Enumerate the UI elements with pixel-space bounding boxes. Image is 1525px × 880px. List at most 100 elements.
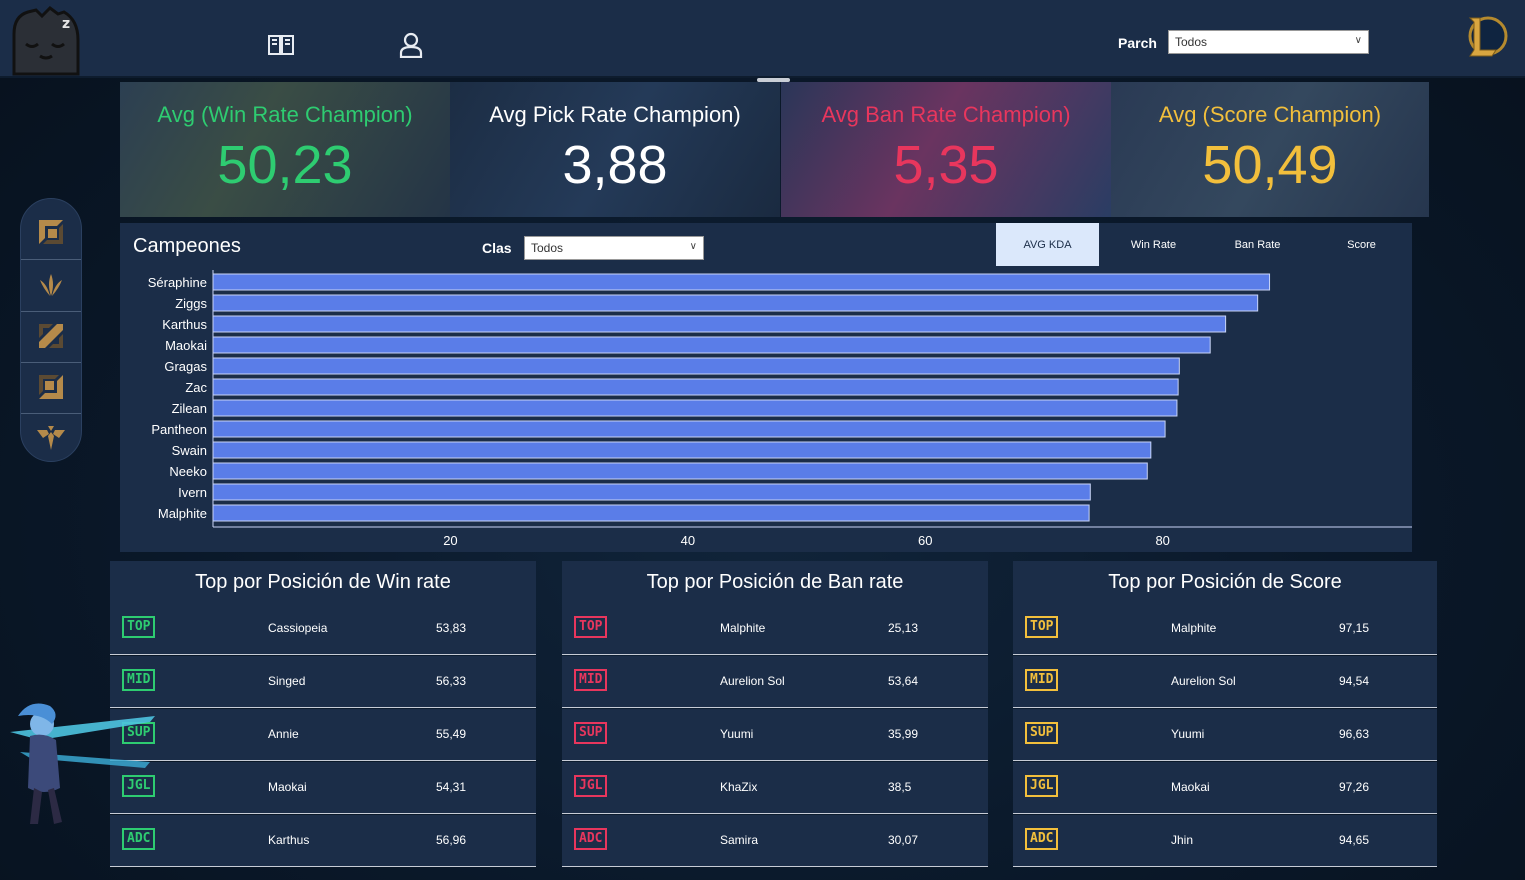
bar[interactable] bbox=[212, 399, 1178, 417]
stat-value: 94,54 bbox=[1339, 674, 1370, 688]
ban-rate-by-position-table: Top por Posición de Ban rate TOP Malphite… bbox=[562, 561, 988, 871]
table-row[interactable]: ADC Jhin 94,65 bbox=[1013, 815, 1437, 867]
champion-name: Jhin bbox=[1171, 833, 1194, 847]
x-tick-label: 60 bbox=[918, 533, 932, 548]
role-badge: JGL bbox=[1025, 775, 1059, 797]
bar[interactable] bbox=[212, 378, 1179, 396]
bar[interactable] bbox=[212, 483, 1091, 501]
kpi-title: Avg Pick Rate Champion) bbox=[489, 102, 741, 127]
table-row[interactable]: MID Singed 56,33 bbox=[110, 656, 536, 708]
stat-value: 53,83 bbox=[436, 621, 467, 635]
stat-value: 56,96 bbox=[436, 833, 467, 847]
table-title: Top por Posición de Score bbox=[1013, 561, 1437, 603]
patch-label: Parch bbox=[1118, 35, 1157, 51]
role-badge: TOP bbox=[1025, 616, 1059, 638]
table-row[interactable]: ADC Karthus 56,96 bbox=[110, 815, 536, 867]
champion-name: Singed bbox=[268, 674, 306, 688]
table-title: Top por Posición de Win rate bbox=[110, 561, 536, 603]
table-row[interactable]: MID Aurelion Sol 53,64 bbox=[562, 656, 988, 708]
stat-value: 25,13 bbox=[888, 621, 919, 635]
kpi-card-win-rate: Avg (Win Rate Champion) 50,23 bbox=[120, 82, 450, 217]
table-row[interactable]: JGL Maokai 97,26 bbox=[1013, 762, 1437, 814]
champions-chart-panel: Campeones Clas Todos ∨ AVG KDA Win Rate … bbox=[120, 223, 1412, 552]
stat-value: 53,64 bbox=[888, 674, 919, 688]
role-badge: ADC bbox=[1025, 828, 1059, 850]
bar[interactable] bbox=[212, 357, 1180, 375]
bottom-role-icon[interactable] bbox=[21, 362, 81, 412]
category-label: Neeko bbox=[169, 464, 207, 479]
champion-illustration bbox=[10, 703, 155, 824]
jungle-role-icon[interactable] bbox=[21, 259, 81, 309]
svg-text:z: z bbox=[62, 16, 70, 32]
table-row[interactable]: SUP Yuumi 96,63 bbox=[1013, 709, 1437, 761]
role-badge: MID bbox=[122, 669, 156, 691]
x-tick-label: 80 bbox=[1155, 533, 1169, 548]
category-label: Pantheon bbox=[151, 422, 207, 437]
bar[interactable] bbox=[212, 336, 1211, 354]
table-row[interactable]: TOP Malphite 97,15 bbox=[1013, 603, 1437, 655]
score-by-position-table: Top por Posición de Score TOP Malphite 97,… bbox=[1013, 561, 1437, 871]
top-role-icon[interactable] bbox=[21, 207, 81, 257]
champion-name: Karthus bbox=[268, 833, 310, 847]
stat-value: 94,65 bbox=[1339, 833, 1370, 847]
kpi-card-score: Avg (Score Champion) 50,49 bbox=[1111, 82, 1429, 217]
stat-value: 54,31 bbox=[436, 780, 467, 794]
kpi-title: Avg (Win Rate Champion) bbox=[157, 102, 413, 127]
patch-select-value: Todos bbox=[1175, 35, 1208, 49]
champion-name: Malphite bbox=[720, 621, 766, 635]
role-badge: JGL bbox=[574, 775, 608, 797]
stat-value: 35,99 bbox=[888, 727, 919, 741]
book-icon[interactable] bbox=[266, 30, 296, 60]
user-icon[interactable] bbox=[396, 30, 426, 60]
role-badge: MID bbox=[574, 669, 608, 691]
table-row[interactable]: JGL Maokai 54,31 bbox=[110, 762, 536, 814]
table-row[interactable]: MID Aurelion Sol 94,54 bbox=[1013, 656, 1437, 708]
kpi-value: 5,35 bbox=[893, 135, 999, 195]
table-row[interactable]: TOP Cassiopeia 53,83 bbox=[110, 603, 536, 655]
stat-value: 96,63 bbox=[1339, 727, 1370, 741]
stat-value: 30,07 bbox=[888, 833, 919, 847]
champion-name: Aurelion Sol bbox=[1171, 674, 1236, 688]
support-role-icon[interactable] bbox=[21, 413, 81, 463]
bar[interactable] bbox=[212, 420, 1166, 438]
kpi-title: Avg Ban Rate Champion) bbox=[821, 102, 1071, 127]
champion-name: Annie bbox=[268, 727, 299, 741]
champion-name: Maokai bbox=[1171, 780, 1210, 794]
category-label: Zilean bbox=[172, 401, 207, 416]
table-row[interactable]: TOP Malphite 25,13 bbox=[562, 603, 988, 655]
x-tick-label: 40 bbox=[681, 533, 695, 548]
table-title: Top por Posición de Ban rate bbox=[562, 561, 988, 603]
bar[interactable] bbox=[212, 441, 1152, 459]
table-row[interactable]: JGL KhaZix 38,5 bbox=[562, 762, 988, 814]
bar[interactable] bbox=[212, 504, 1090, 522]
stat-value: 97,26 bbox=[1339, 780, 1370, 794]
table-row[interactable]: ADC Samira 30,07 bbox=[562, 815, 988, 867]
x-tick-label: 20 bbox=[443, 533, 457, 548]
table-row[interactable]: SUP Yuumi 35,99 bbox=[562, 709, 988, 761]
bar[interactable] bbox=[212, 462, 1148, 480]
stat-value: 97,15 bbox=[1339, 621, 1370, 635]
league-of-legends-logo bbox=[1468, 16, 1508, 57]
category-label: Gragas bbox=[164, 359, 207, 374]
chevron-down-icon: ∨ bbox=[1354, 35, 1362, 46]
champion-name: KhaZix bbox=[720, 780, 758, 794]
role-badge: TOP bbox=[122, 616, 156, 638]
category-label: Karthus bbox=[162, 317, 207, 332]
bar[interactable] bbox=[212, 315, 1227, 333]
role-badge: SUP bbox=[1025, 722, 1059, 744]
kpi-card-pick-rate: Avg Pick Rate Champion) 3,88 bbox=[450, 82, 780, 217]
bar[interactable] bbox=[212, 294, 1259, 312]
mid-role-icon[interactable] bbox=[21, 311, 81, 361]
bar[interactable] bbox=[212, 273, 1271, 291]
champion-name: Malphite bbox=[1171, 621, 1217, 635]
table-row[interactable]: SUP Annie 55,49 bbox=[110, 709, 536, 761]
kpi-value: 50,49 bbox=[1202, 135, 1338, 195]
champion-name: Yuumi bbox=[1171, 727, 1205, 741]
stat-value: 56,33 bbox=[436, 674, 467, 688]
role-badge: ADC bbox=[574, 828, 608, 850]
patch-select[interactable]: Todos ∨ bbox=[1168, 30, 1369, 54]
champion-name: Aurelion Sol bbox=[720, 674, 785, 688]
role-badge: SUP bbox=[574, 722, 608, 744]
kpi-card-ban-rate: Avg Ban Rate Champion) 5,35 bbox=[781, 82, 1111, 217]
role-sidebar bbox=[20, 198, 82, 462]
